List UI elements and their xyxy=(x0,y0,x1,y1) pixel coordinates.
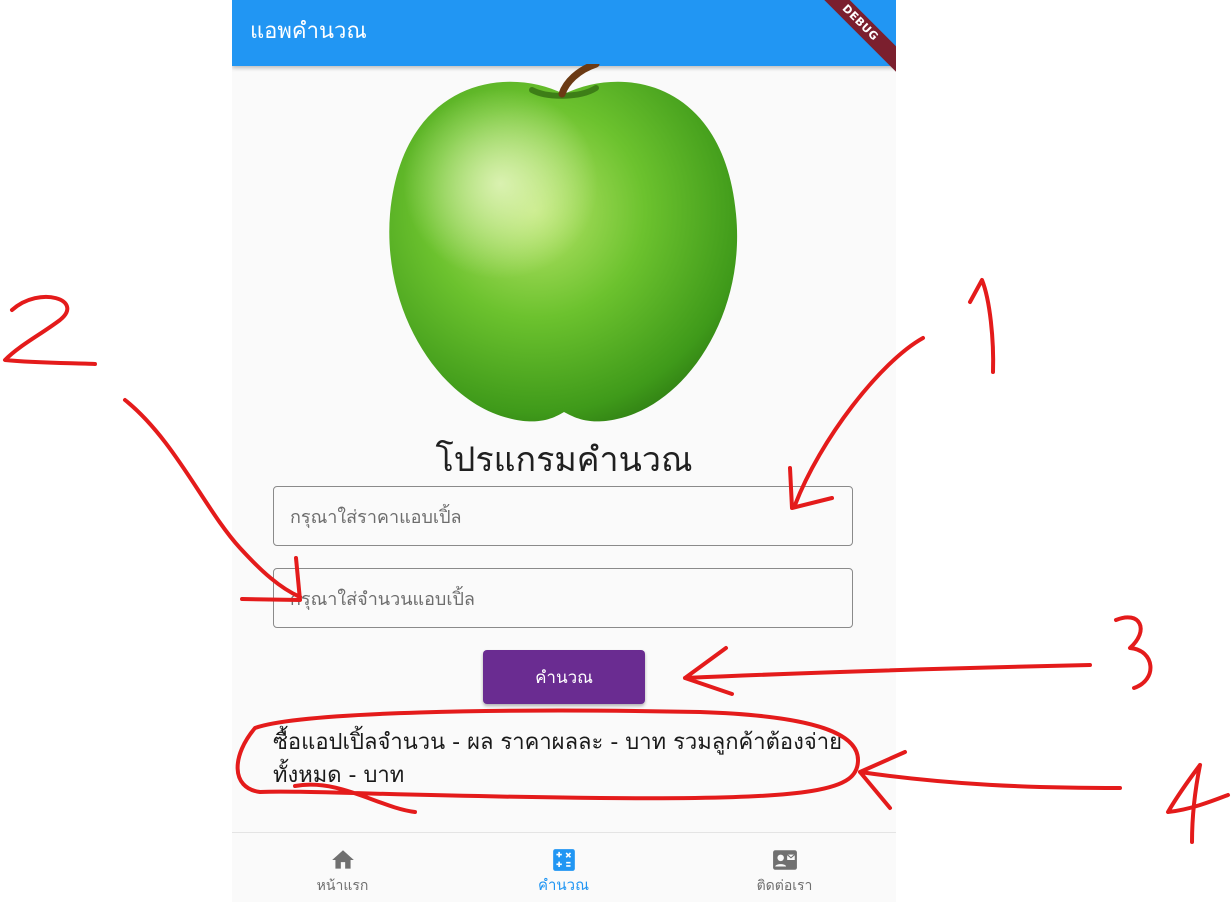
annotation-number-4 xyxy=(1166,763,1230,844)
price-field[interactable] xyxy=(273,486,853,547)
quantity-input[interactable] xyxy=(288,569,842,629)
annotation-number-2 xyxy=(3,294,97,366)
debug-banner: DEBUG xyxy=(804,0,896,79)
nav-item-home[interactable]: หน้าแรก xyxy=(232,833,453,902)
apple-image xyxy=(389,64,738,422)
annotation-number-3 xyxy=(1114,615,1153,690)
contact-card-icon xyxy=(772,850,797,870)
nav-label-calculate: คำนวณ xyxy=(537,876,590,894)
price-input[interactable] xyxy=(288,487,842,547)
annotation-number-1 xyxy=(968,278,996,374)
quantity-field[interactable] xyxy=(273,568,853,629)
calculator-icon xyxy=(552,849,575,871)
annotation-arrow-4 xyxy=(858,750,1122,810)
page-heading: โปรแกรมคำนวณ xyxy=(435,440,693,480)
nav-item-calculate[interactable]: คำนวณ xyxy=(453,833,674,902)
nav-item-contact[interactable]: ติดต่อเรา xyxy=(674,833,895,902)
phone-screen: แอพคำนวณ DEBUG โปรแกรมคำนวณ คำนวณ ซื้อแอ… xyxy=(232,0,896,902)
nav-label-contact: ติดต่อเรา xyxy=(756,878,813,894)
app-bar: แอพคำนวณ DEBUG xyxy=(232,0,896,79)
nav-label-home: หน้าแรก xyxy=(316,878,369,894)
bottom-navigation: หน้าแรก คำนวณ ติดต่อเรา xyxy=(232,832,896,902)
result-text: ซื้อแอปเปิ้ลจำนวน - ผล ราคาผลละ - บาท รว… xyxy=(273,730,843,788)
calculate-button[interactable]: คำนวณ xyxy=(483,650,645,704)
home-icon xyxy=(331,850,354,869)
app-title: แอพคำนวณ xyxy=(250,19,367,44)
